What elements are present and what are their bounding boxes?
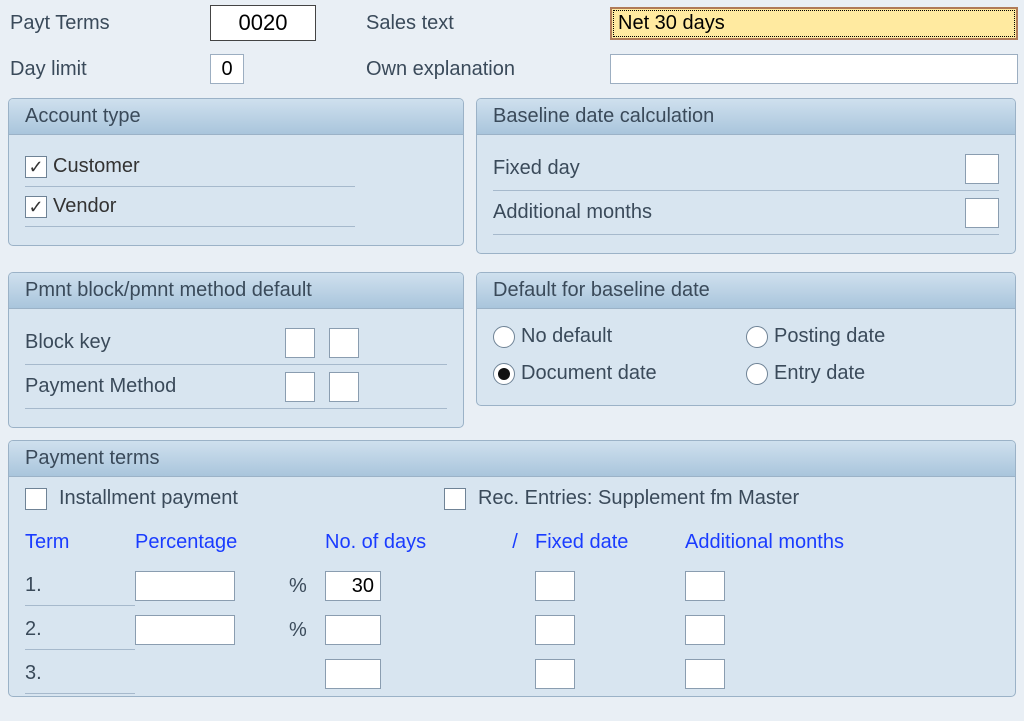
vendor-row[interactable]: ✓ Vendor <box>25 187 355 227</box>
col-add-months: Additional months <box>685 531 865 554</box>
installment-checkbox[interactable] <box>25 488 47 510</box>
radio-icon <box>493 326 515 348</box>
add-months-input[interactable] <box>685 659 725 689</box>
block-key-row: Block key <box>25 321 447 365</box>
payment-method-checkbox[interactable] <box>329 372 359 402</box>
payment-method-row: Payment Method <box>25 365 447 409</box>
percent-icon: % <box>285 575 325 598</box>
payment-method-input[interactable] <box>285 372 315 402</box>
payment-terms-row: 3. <box>25 652 999 696</box>
payment-terms-title: Payment terms <box>9 441 1015 477</box>
customer-row[interactable]: ✓ Customer <box>25 147 355 187</box>
own-explanation-input[interactable] <box>610 54 1018 84</box>
radio-icon <box>746 363 768 385</box>
row-index: 3. <box>25 654 135 694</box>
rec-entries-label: Rec. Entries: Supplement fm Master <box>478 487 799 510</box>
radio-label: No default <box>521 325 612 348</box>
radio-label: Document date <box>521 362 657 385</box>
sales-text-label: Sales text <box>366 12 610 35</box>
block-key-checkbox[interactable] <box>329 328 359 358</box>
sales-text-input[interactable] <box>610 7 1018 40</box>
vendor-label: Vendor <box>53 195 116 218</box>
percentage-input[interactable] <box>135 571 235 601</box>
account-type-title: Account type <box>9 99 463 135</box>
pmnt-block-group: Pmnt block/pmnt method default Block key… <box>8 272 464 428</box>
fixed-date-input[interactable] <box>535 571 575 601</box>
days-input[interactable] <box>325 659 381 689</box>
payt-terms-label: Payt Terms <box>10 12 210 35</box>
payment-terms-group: Payment terms Installment payment Rec. E… <box>8 440 1016 697</box>
add-months-input[interactable] <box>685 615 725 645</box>
baseline-calc-title: Baseline date calculation <box>477 99 1015 135</box>
payt-terms-input[interactable] <box>210 5 316 41</box>
payment-terms-header-row: Term Percentage No. of days / Fixed date… <box>25 520 999 564</box>
radio-no-default[interactable]: No default <box>493 325 746 348</box>
baseline-calc-group: Baseline date calculation Fixed day Addi… <box>476 98 1016 254</box>
row-index: 1. <box>25 566 135 606</box>
additional-months-row: Additional months <box>493 191 999 235</box>
account-type-group: Account type ✓ Customer ✓ Vendor <box>8 98 464 246</box>
fixed-date-input[interactable] <box>535 615 575 645</box>
percentage-input[interactable] <box>135 615 235 645</box>
day-limit-input[interactable] <box>210 54 244 84</box>
add-months-input[interactable] <box>685 571 725 601</box>
fixed-day-row: Fixed day <box>493 147 999 191</box>
customer-label: Customer <box>53 155 140 178</box>
col-percentage: Percentage <box>135 531 285 554</box>
radio-document-date[interactable]: Document date <box>493 362 746 385</box>
customer-checkbox[interactable]: ✓ <box>25 156 47 178</box>
additional-months-label: Additional months <box>493 201 965 224</box>
fixed-day-label: Fixed day <box>493 157 965 180</box>
col-fixed-date: Fixed date <box>535 531 685 554</box>
days-input[interactable] <box>325 615 381 645</box>
col-slash: / <box>495 531 535 554</box>
fixed-date-input[interactable] <box>535 659 575 689</box>
payment-terms-row: 2. % <box>25 608 999 652</box>
radio-posting-date[interactable]: Posting date <box>746 325 999 348</box>
installment-label: Installment payment <box>59 487 238 510</box>
rec-entries-row[interactable]: Rec. Entries: Supplement fm Master <box>444 487 799 510</box>
radio-entry-date[interactable]: Entry date <box>746 362 999 385</box>
baseline-default-title: Default for baseline date <box>477 273 1015 309</box>
percent-icon: % <box>285 619 325 642</box>
block-key-label: Block key <box>25 331 285 354</box>
col-term: Term <box>25 531 135 554</box>
row-index: 2. <box>25 610 135 650</box>
radio-icon <box>746 326 768 348</box>
block-key-input[interactable] <box>285 328 315 358</box>
header-area: Payt Terms Sales text Day limit Own expl… <box>0 0 1024 92</box>
payment-terms-row: 1. % <box>25 564 999 608</box>
payment-method-label: Payment Method <box>25 375 285 398</box>
vendor-checkbox[interactable]: ✓ <box>25 196 47 218</box>
fixed-day-input[interactable] <box>965 154 999 184</box>
day-limit-label: Day limit <box>10 58 210 81</box>
col-no-of-days: No. of days <box>325 531 495 554</box>
own-explanation-label: Own explanation <box>366 58 610 81</box>
installment-payment-row[interactable]: Installment payment <box>25 487 238 510</box>
additional-months-input[interactable] <box>965 198 999 228</box>
baseline-default-group: Default for baseline date No default Pos… <box>476 272 1016 406</box>
rec-entries-checkbox[interactable] <box>444 488 466 510</box>
days-input[interactable] <box>325 571 381 601</box>
radio-label: Posting date <box>774 325 885 348</box>
radio-icon <box>493 363 515 385</box>
radio-label: Entry date <box>774 362 865 385</box>
pmnt-block-title: Pmnt block/pmnt method default <box>9 273 463 309</box>
